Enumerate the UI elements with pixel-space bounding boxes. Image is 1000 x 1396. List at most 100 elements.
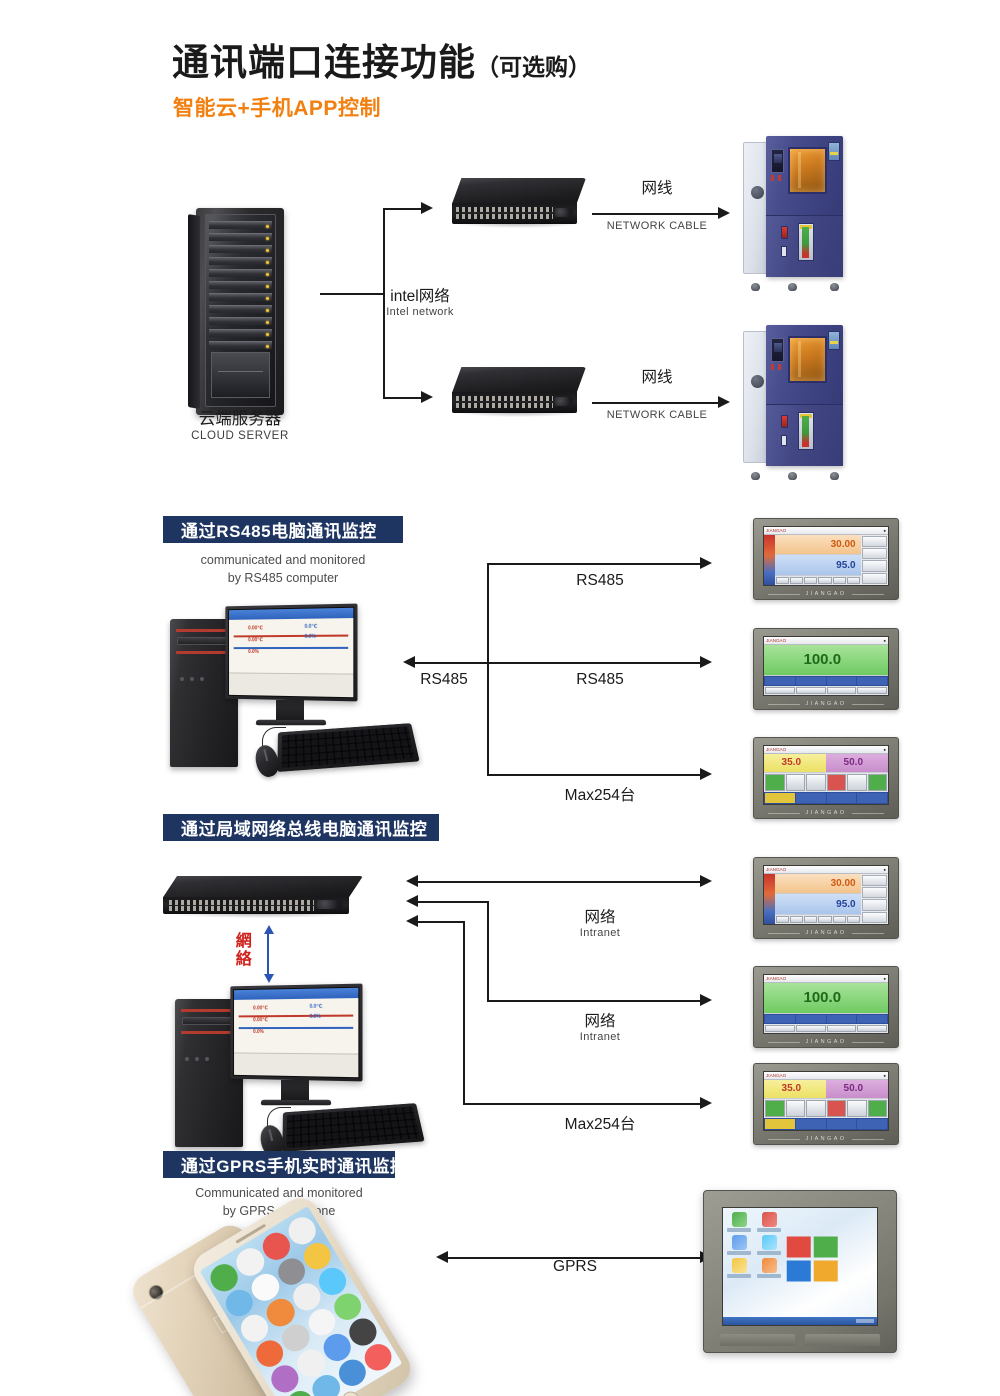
lan-arrow-top-left [406, 875, 418, 887]
test-chamber-2 [743, 325, 847, 480]
communication-port-diagram-page: 通讯端口连接功能（可选购） 智能云+手机APP控制 云端服务器 CLOUD SE… [0, 0, 1000, 1396]
lan-label-top-en: Intranet [579, 927, 621, 939]
test-chamber-1 [743, 136, 847, 291]
rs485-sub-line1: communicated and monitored [200, 553, 366, 567]
rs485-label-bottom: Max254台 [564, 787, 636, 804]
taskbar[interactable] [723, 1317, 877, 1325]
monitor-base [255, 719, 327, 726]
monitor-screen-content-lan: 0.00℃ 0.00℃ 0.0% 0.0℃ 0.0% [233, 986, 360, 1079]
pc-screen-value-4: 0.0℃ [304, 623, 318, 630]
lan-line-mid-vertical [487, 901, 489, 1001]
panel-pc-screen[interactable] [722, 1207, 878, 1326]
lan-line-bottom-stub [418, 921, 464, 923]
windows-logo-icon [786, 1236, 838, 1282]
hmi-4-value-secondary: 95.0 [775, 894, 861, 916]
hmi-panel-1[interactable]: JIANGAO ● 30.00 95.0 JIANGAO [753, 518, 899, 600]
cloud-branch-lower [383, 397, 423, 399]
network-cable-label-en-2: NETWORK CABLE [606, 409, 708, 421]
rs485-arrow-top [700, 557, 712, 569]
desktop-icon-1[interactable] [727, 1212, 751, 1232]
hmi-5-value-primary: 100.0 [764, 982, 888, 1015]
lan-arrow-mid-left [406, 895, 418, 907]
desktop-icon-4[interactable] [757, 1235, 781, 1255]
desktop-icon-6[interactable] [757, 1258, 781, 1278]
hmi-panel-3[interactable]: JIANGAO ● 35.0 50.0 JIANGAO [753, 737, 899, 819]
hmi-5-brand: JIANGAO [754, 1039, 898, 1045]
network-cable-label-cn-1: 网线 [641, 180, 673, 197]
rack-glass-door [205, 214, 276, 407]
lan-vertical-arrow-down [264, 974, 274, 983]
rs485-arrow-bottom [700, 768, 712, 780]
network-cable-label-cn-2: 网线 [641, 369, 673, 386]
hmi-6-value-primary: 35.0 [764, 1079, 826, 1099]
pc-screen-lan-value-1: 0.00℃ [253, 1005, 269, 1012]
desktop-icon-2[interactable] [757, 1212, 781, 1232]
hmi-panel-5[interactable]: JIANGAO ● 100.0 JIANGAO [753, 966, 899, 1048]
pc-screen-lan-value-2: 0.00℃ [253, 1017, 269, 1024]
desktop-icon-3[interactable] [727, 1235, 751, 1255]
lan-vertical-label: 網絡 [232, 932, 250, 968]
monitor-screen-content: 0.00℃ 0.00℃ 0.0% 0.0℃ 0.0% [228, 606, 355, 699]
hmi-3-value-secondary: 50.0 [826, 753, 888, 773]
hmi-6-brand: JIANGAO [754, 1136, 898, 1142]
hmi-3-brand: JIANGAO [754, 810, 898, 816]
lan-arrow-mid-right [700, 994, 712, 1006]
cloud-branch-upper [383, 208, 423, 210]
page-title-paren: （可选购） [476, 54, 591, 80]
rs485-bus-vertical [487, 563, 489, 775]
pc-screen-lan-value-3: 0.0% [253, 1029, 264, 1036]
section-subtitle-rs485: communicated and monitored by RS485 comp… [163, 551, 403, 587]
lan-label-mid-cn: 网络 [584, 1013, 616, 1030]
pc-screen-lan-value-5: 0.0% [309, 1013, 321, 1020]
monitor-stand [276, 700, 304, 720]
intel-network-label-en: Intel network [386, 306, 454, 318]
gprs-label: GPRS [553, 1258, 597, 1275]
hmi-panel-4[interactable]: JIANGAO ● 30.00 95.0 JIANGAO [753, 857, 899, 939]
hmi-6-value-secondary: 50.0 [826, 1079, 888, 1099]
monitor-stand-lan [281, 1080, 309, 1100]
gprs-sub-line1: Communicated and monitored [195, 1186, 363, 1200]
hmi-screen-3: JIANGAO ● 35.0 50.0 [763, 745, 889, 805]
keyboard-lan [282, 1103, 425, 1152]
pc-screen-value-2: 0.00℃ [248, 637, 264, 644]
lan-arrow-top-right [700, 875, 712, 887]
rs485-line-middle [415, 662, 702, 664]
rs485-label-middle: RS485 [576, 671, 624, 688]
cloud-branch-upper-arrow [421, 202, 433, 214]
pc-monitor: 0.00℃ 0.00℃ 0.0% 0.0℃ 0.0% [225, 603, 358, 702]
hmi-1-value-primary: 30.00 [775, 534, 861, 556]
lan-vertical-arrow-up [264, 925, 274, 934]
page-subtitle: 智能云+手机APP控制 [173, 97, 381, 120]
windows-panel-pc[interactable] [703, 1190, 897, 1353]
lan-label-bottom: Max254台 [564, 1116, 636, 1133]
pc-screen-value-3: 0.0% [248, 649, 259, 656]
section-banner-gprs: 通过GPRS手机实时通讯监控 [163, 1151, 407, 1178]
page-title-main: 通讯端口连接功能 [172, 42, 476, 83]
panel-pc-bottom-bezel [720, 1334, 880, 1346]
hmi-2-value-primary: 100.0 [764, 644, 888, 677]
network-cable-arrow-1 [718, 207, 730, 219]
lan-line-bottom-vertical [463, 921, 465, 1104]
rs485-line-bottom [487, 774, 702, 776]
lan-arrow-bottom-left [406, 915, 418, 927]
desktop-icon-5[interactable] [727, 1258, 751, 1278]
pc-screen-value-5: 0.0% [304, 633, 316, 640]
monitor-base-lan [260, 1099, 332, 1106]
section-banner-rs485: 通过RS485电脑通讯监控 [163, 516, 403, 543]
lan-line-mid-stub [418, 901, 488, 903]
network-switch-top [452, 178, 586, 228]
hmi-screen-2: JIANGAO ● 100.0 [763, 636, 889, 696]
hmi-4-brand: JIANGAO [754, 930, 898, 936]
lan-arrow-bottom-right [700, 1097, 712, 1109]
rs485-label-top: RS485 [576, 572, 624, 589]
hmi-panel-2[interactable]: JIANGAO ● 100.0 JIANGAO [753, 628, 899, 710]
lan-line-top [418, 881, 702, 883]
rs485-sub-line2: by RS485 computer [227, 571, 339, 586]
rs485-label-left: RS485 [420, 671, 468, 688]
hmi-panel-6[interactable]: JIANGAO ● 35.0 50.0 JIANGAO [753, 1063, 899, 1145]
page-title: 通讯端口连接功能（可选购） [172, 32, 591, 86]
lan-label-top-cn: 网络 [584, 909, 616, 926]
desktop-icons[interactable] [727, 1212, 781, 1278]
pc-screen-lan-value-4: 0.0℃ [309, 1003, 323, 1010]
hmi-screen-1: JIANGAO ● 30.00 95.0 [763, 526, 889, 586]
